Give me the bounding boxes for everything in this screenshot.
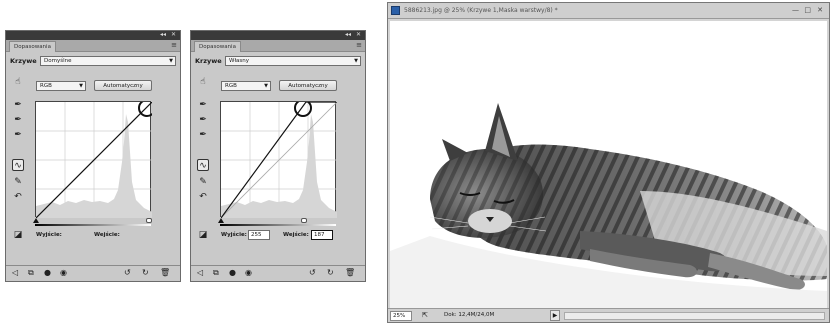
status-bar: 25% ⇱ Dok: 12,4M/24,0M ▶ [388,308,829,322]
horizontal-scrollbar[interactable] [564,312,825,320]
document-window: 5886213.jpg @ 25% (Krzywe 1,Maska warstw… [387,2,830,323]
black-slider[interactable] [33,218,39,223]
highlight-circle [294,102,312,117]
panel-menu-icon[interactable]: ≡ [171,41,177,49]
white-point-eyedropper-icon[interactable]: ✒ [197,129,209,141]
panel-title-row: Krzywe Własny ▼ [195,56,361,68]
curve-graph[interactable] [35,101,152,218]
tab-adjustments[interactable]: Dopasowania [194,41,241,52]
chevron-down-icon: ▼ [354,58,358,64]
document-icon [391,6,400,15]
curves-panel-custom: ◂◂ ✕ Dopasowania ≡ Krzywe Własny ▼ ☝ RGB… [190,30,366,282]
curve-point-tool-icon[interactable]: ∿ [197,159,209,171]
visibility-icon[interactable]: ◉ [245,268,252,278]
clip-layer-icon[interactable]: ● [44,268,51,278]
panel-title-row: Krzywe Domyślne ▼ [10,56,176,68]
curve-graph[interactable] [220,101,337,218]
preset-value: Domyślne [44,58,72,64]
collapse-icon[interactable]: ◂◂ [345,32,351,38]
curves-panel-default: ◂◂ ✕ Dopasowania ≡ Krzywe Domyślne ▼ ☝ R… [5,30,181,282]
gradient-bar [35,224,151,226]
black-point-eyedropper-icon[interactable]: ✒ [12,99,24,111]
document-size: Dok: 12,4M/24,0M [444,312,495,318]
trash-icon[interactable]: 🗑 [345,268,355,278]
preset-value: Własny [229,58,249,64]
input-field[interactable]: 187 [311,230,333,240]
hand-adjust-icon[interactable]: ☝ [12,76,24,88]
panel-title: Krzywe [195,57,222,65]
hand-adjust-icon[interactable]: ☝ [197,76,209,88]
close-icon[interactable]: ✕ [356,32,361,38]
document-title: 5886213.jpg @ 25% (Krzywe 1,Maska warstw… [404,7,558,14]
white-point-eyedropper-icon[interactable]: ✒ [12,129,24,141]
image-canvas[interactable] [390,21,827,309]
visibility-icon[interactable]: ◉ [60,268,67,278]
panel-topbar[interactable]: ◂◂ ✕ [191,31,365,40]
curve-point-tool-icon[interactable]: ∿ [12,159,24,171]
zoom-field[interactable]: 25% [390,311,412,321]
expand-view-icon[interactable]: ⧉ [213,268,219,278]
smooth-icon[interactable]: ↶ [12,191,24,203]
output-field[interactable]: 255 [248,230,270,240]
white-slider[interactable] [301,218,307,223]
reset-icon[interactable]: ↻ [327,268,334,278]
channel-dropdown[interactable]: RGB ▼ [36,81,86,91]
gray-point-eyedropper-icon[interactable]: ✒ [197,114,209,126]
channel-value: RGB [40,83,52,89]
output-label: Wyjście: [36,232,62,238]
view-previous-icon[interactable]: ↺ [124,268,131,278]
panel-tab-row: Dopasowania ≡ [191,40,365,52]
channel-dropdown[interactable]: RGB ▼ [221,81,271,91]
pencil-tool-icon[interactable]: ✎ [197,176,209,188]
panel-menu-icon[interactable]: ≡ [356,41,362,49]
channel-value: RGB [225,83,237,89]
expand-view-icon[interactable]: ⧉ [28,268,34,278]
tab-adjustments[interactable]: Dopasowania [9,41,56,52]
input-label: Wejście: [94,232,120,238]
curve-svg [36,102,152,218]
maximize-icon[interactable]: □ [804,6,811,14]
minimize-icon[interactable]: — [792,6,799,14]
close-icon[interactable]: ✕ [817,6,823,14]
pencil-tool-icon[interactable]: ✎ [12,176,24,188]
gradient-bar [220,224,336,226]
panel-tab-row: Dopasowania ≡ [6,40,180,52]
chevron-down-icon: ▼ [79,83,83,89]
panel-bottom-bar: ◁ ⧉ ● ◉ ↺ ↻ 🗑 [6,265,180,281]
clip-layer-icon[interactable]: ● [229,268,236,278]
panel-topbar[interactable]: ◂◂ ✕ [6,31,180,40]
preset-dropdown[interactable]: Własny ▼ [225,56,361,66]
preset-dropdown[interactable]: Domyślne ▼ [40,56,176,66]
reset-icon[interactable]: ↻ [142,268,149,278]
document-titlebar[interactable]: 5886213.jpg @ 25% (Krzywe 1,Maska warstw… [388,3,829,19]
status-menu-arrow-icon[interactable]: ▶ [550,310,560,321]
panel-title: Krzywe [10,57,37,65]
trash-icon[interactable]: 🗑 [160,268,170,278]
collapse-icon[interactable]: ◂◂ [160,32,166,38]
view-previous-icon[interactable]: ↺ [309,268,316,278]
auto-button[interactable]: Automatyczny [279,80,337,91]
black-slider[interactable] [218,218,224,223]
chevron-down-icon: ▼ [169,58,173,64]
clipping-icon[interactable]: ◪ [197,229,209,241]
output-label: Wyjście: [221,232,247,238]
smooth-icon[interactable]: ↶ [197,191,209,203]
chevron-down-icon: ▼ [264,83,268,89]
white-slider[interactable] [146,218,152,223]
gray-point-eyedropper-icon[interactable]: ✒ [12,114,24,126]
black-point-eyedropper-icon[interactable]: ✒ [197,99,209,111]
export-icon[interactable]: ⇱ [422,311,428,319]
back-icon[interactable]: ◁ [197,268,203,278]
curve-svg [221,102,337,218]
clipping-icon[interactable]: ◪ [12,229,24,241]
auto-button[interactable]: Automatyczny [94,80,152,91]
panel-bottom-bar: ◁ ⧉ ● ◉ ↺ ↻ 🗑 [191,265,365,281]
input-label: Wejście: [283,232,309,238]
back-icon[interactable]: ◁ [12,268,18,278]
close-icon[interactable]: ✕ [171,32,176,38]
cat-photo [390,103,827,309]
